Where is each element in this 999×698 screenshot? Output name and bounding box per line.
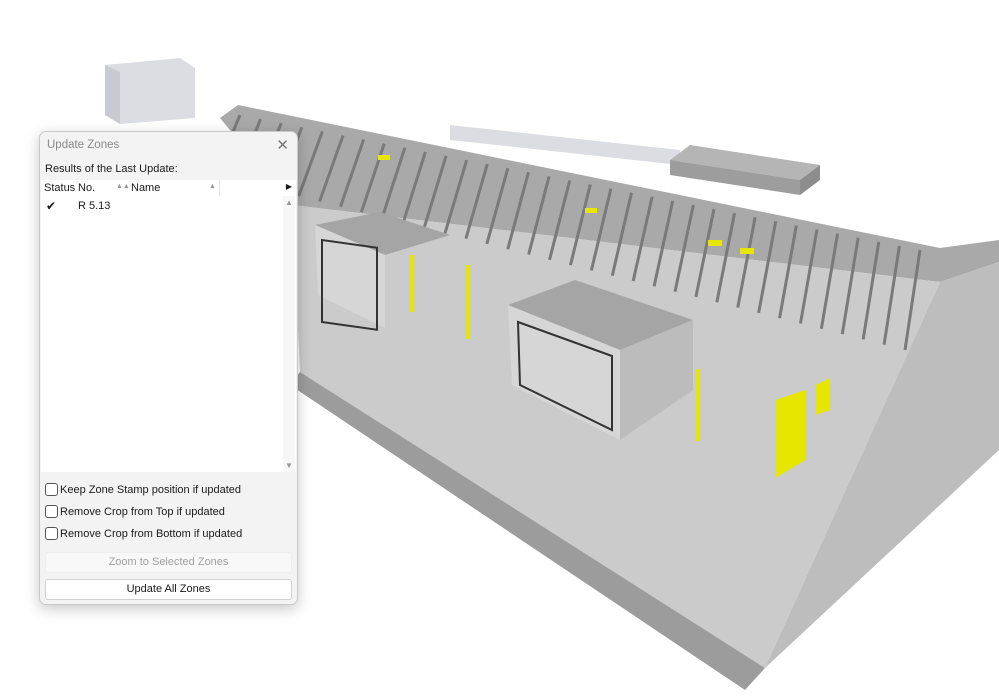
vertical-scrollbar[interactable]: ▲ ▼ (283, 196, 295, 472)
status-check-icon: ✔ (46, 199, 57, 213)
update-zones-dialog: Update Zones ✕ Results of the Last Updat… (39, 131, 298, 605)
column-no[interactable]: No. (78, 182, 95, 194)
scroll-right-icon[interactable]: ▶ (286, 182, 292, 191)
sort-icon: ▲▲ (116, 183, 130, 190)
column-status[interactable]: Status (44, 182, 75, 194)
zoom-to-selected-zones-button[interactable]: Zoom to Selected Zones (45, 552, 292, 573)
zones-list[interactable]: Status No. ▲▲ Name ▲ ▶ ▲ ▼ ✔ R 5.13 (41, 180, 296, 472)
chimney (670, 145, 820, 195)
column-name[interactable]: Name (131, 182, 160, 194)
results-label: Results of the Last Update: (45, 163, 178, 175)
sort-icon: ▲ (209, 183, 216, 190)
scroll-down-icon[interactable]: ▼ (285, 461, 293, 470)
remove-crop-bottom-checkbox[interactable]: Remove Crop from Bottom if updated (45, 527, 242, 540)
table-row[interactable]: ✔ R 5.13 (41, 200, 281, 216)
scroll-up-icon[interactable]: ▲ (285, 198, 293, 207)
remove-crop-top-checkbox[interactable]: Remove Crop from Top if updated (45, 505, 225, 518)
dialog-title: Update Zones (47, 139, 120, 151)
close-icon[interactable]: ✕ (276, 136, 289, 154)
floating-block (105, 58, 195, 124)
keep-zone-stamp-checkbox[interactable]: Keep Zone Stamp position if updated (45, 483, 241, 496)
zone-number: R 5.13 (78, 200, 111, 212)
update-all-zones-button[interactable]: Update All Zones (45, 579, 292, 600)
